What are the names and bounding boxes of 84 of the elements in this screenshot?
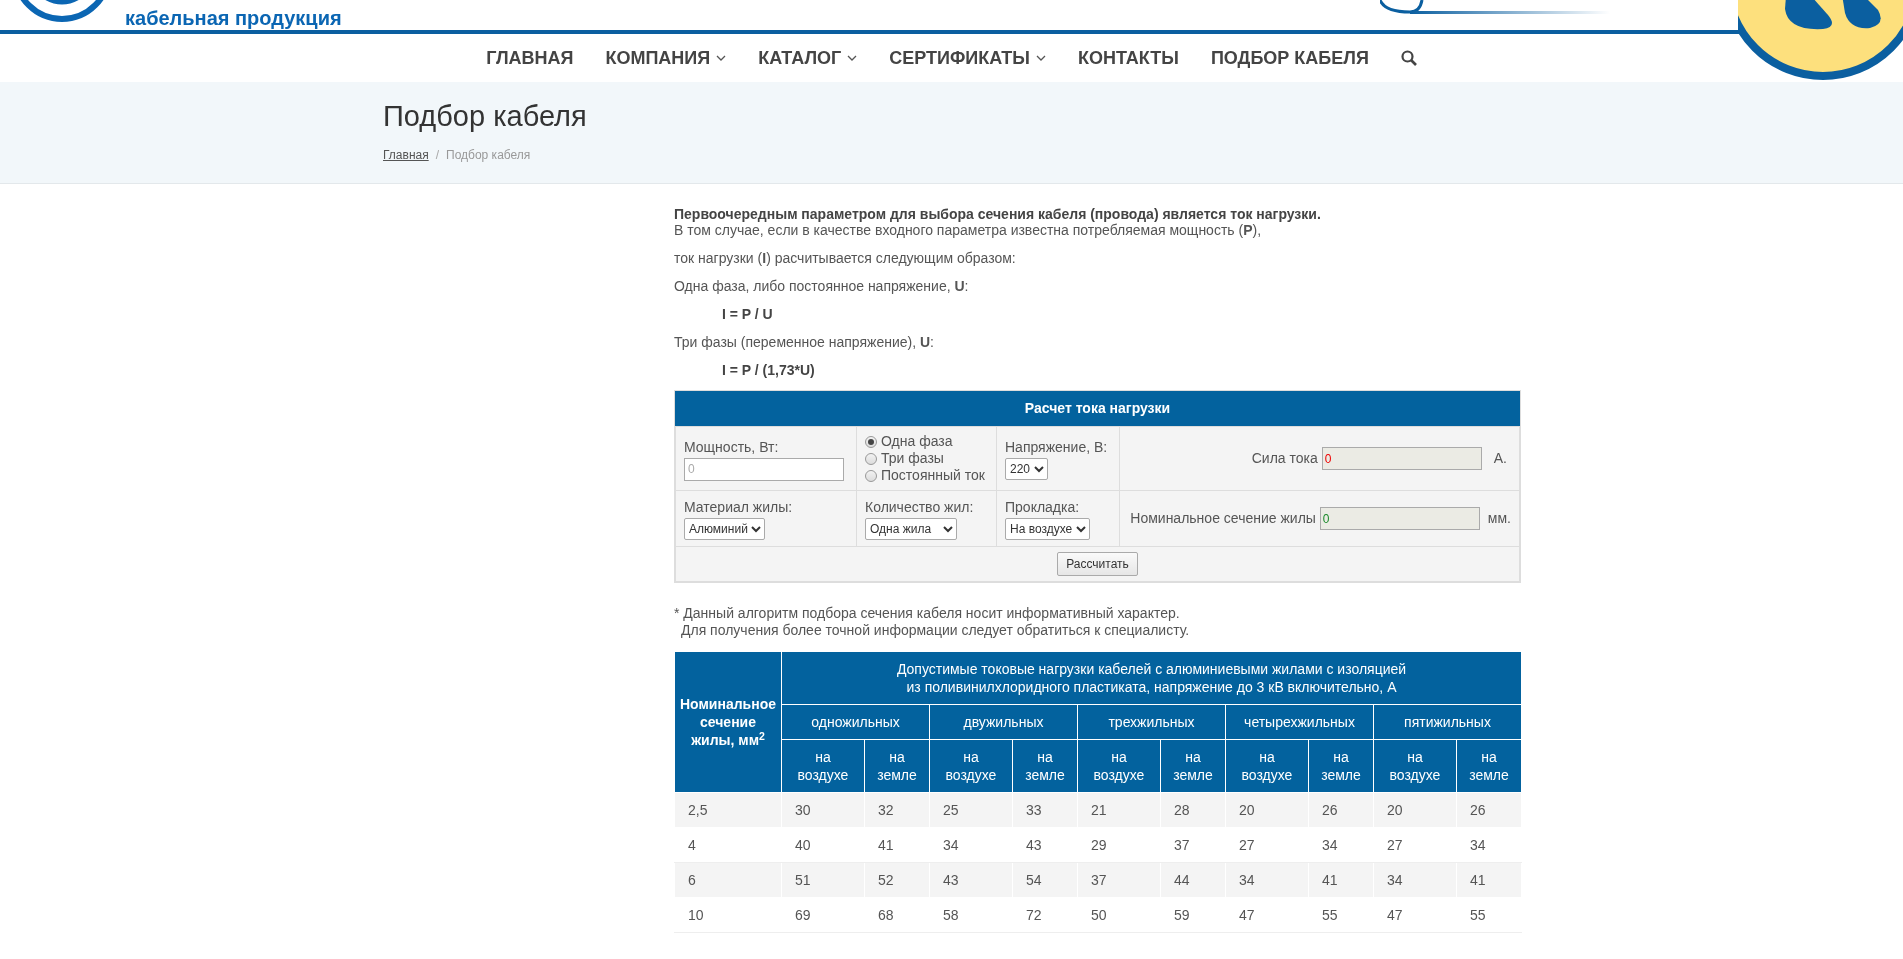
note-text: Для получения более точной информации следует обратиться к специалисту.	[680, 622, 1191, 639]
paragraph: Первоочередным параметром для выбора сечения кабеля (провода) является ток нагрузки.	[674, 206, 1322, 222]
radio-button[interactable]	[865, 469, 877, 482]
column-header: на земле	[1308, 739, 1374, 793]
table-cell: 32	[864, 792, 930, 828]
column-header: на воздухе	[1373, 739, 1457, 793]
field-label: Сила тока	[1251, 449, 1318, 468]
column-header: на земле	[864, 739, 930, 793]
paragraph: В том случае, если в качестве входного параметра известна потребляемая мощность (P),	[674, 222, 1263, 238]
logo-text: кабельная продукция	[125, 8, 342, 28]
table-cell: 2,5	[674, 792, 782, 828]
formula: I = P / U	[721, 306, 774, 322]
unit-label: А.	[1493, 449, 1507, 468]
formula: I = P / (1,73*U)	[721, 362, 816, 378]
note-text: * Данный алгоритм подбора сечения кабеля носит информативный характер.	[674, 605, 1181, 622]
output-field[interactable]: 0	[1319, 507, 1480, 530]
column-header: одножильных	[781, 704, 930, 740]
column-header: Номинальное сечение жилы, мм$^{2}$	[674, 651, 782, 793]
unit-label: мм.	[1487, 509, 1511, 528]
table-cell: 26	[1456, 792, 1522, 828]
table-cell: 41	[1308, 862, 1374, 898]
column-header: на земле	[1012, 739, 1078, 793]
radio-label: Постоянный ток	[881, 467, 985, 484]
field-label: Прокладка:	[1005, 498, 1081, 517]
search-icon[interactable]	[1400, 50, 1417, 66]
column-header: четырехжильных	[1225, 704, 1374, 740]
table-title: Допустимые токовые нагрузки кабелей с алюминиевыми жилами с изоляцией из поливинилхлоридного пластиката, напряжение до 3 кВ включительно, А	[781, 651, 1522, 705]
table-cell: 33	[1012, 792, 1078, 828]
radio-label: Три фазы	[881, 450, 944, 467]
column-header: на воздухе	[929, 739, 1013, 793]
table-cell: 25	[929, 792, 1013, 828]
table-cell: 34	[1373, 862, 1457, 898]
column-header: на воздухе	[1225, 739, 1309, 793]
column-header: на земле	[1160, 739, 1226, 793]
input-field[interactable]: 0	[684, 457, 844, 481]
radio-button[interactable]	[865, 435, 877, 448]
table-cell: 43	[929, 862, 1013, 898]
field-label: Номинальное сечение жилы	[1130, 509, 1316, 528]
radio-label: Одна фаза	[881, 433, 953, 450]
table-cell: 26	[1308, 792, 1374, 828]
page-title: Подбор кабеля	[383, 99, 588, 134]
paragraph: Одна фаза, либо постоянное напряжение, U:	[674, 278, 970, 294]
nav-link[interactable]: ПОДБОР КАБЕЛЯ	[1210, 44, 1369, 72]
field-label: Мощность, Вт:	[684, 437, 780, 457]
table-cell: 44	[1160, 862, 1226, 898]
field-label: Напряжение, В:	[1005, 438, 1109, 457]
table-cell: 6	[674, 862, 782, 898]
output-field[interactable]: 0	[1321, 447, 1482, 470]
paragraph: Три фазы (переменное напряжение), U:	[674, 334, 935, 350]
column-header: трехжильных	[1077, 704, 1226, 740]
radio-button[interactable]	[865, 452, 877, 465]
nav-link[interactable]: СЕРТИФИКАТЫ	[889, 44, 1046, 72]
nav-link[interactable]: КАТАЛОГ	[758, 44, 858, 72]
calculate-button[interactable]: Рассчитать	[1057, 552, 1138, 576]
column-header: на земле	[1456, 739, 1522, 793]
table-cell: 51	[781, 862, 865, 898]
column-header: двужильных	[929, 704, 1078, 740]
table-cell: 21	[1077, 792, 1161, 828]
field-label: Материал жилы:	[684, 498, 794, 517]
dropdown[interactable]: 220	[1005, 458, 1048, 480]
table-cell: 20	[1225, 792, 1309, 828]
dropdown[interactable]: На воздухе	[1005, 518, 1090, 540]
nav-link[interactable]: КОНТАКТЫ	[1078, 44, 1179, 72]
dropdown[interactable]: Одна жила	[865, 518, 957, 540]
nav-link[interactable]: ГЛАВНАЯ	[486, 44, 574, 72]
table-cell: 30	[781, 792, 865, 828]
nav-link[interactable]: КОМПАНИЯ	[605, 44, 727, 72]
table-cell: 28	[1160, 792, 1226, 828]
table-cell: 20	[1373, 792, 1457, 828]
paragraph: ток нагрузки (I) расчитывается следующим образом:	[674, 250, 1017, 266]
breadcrumb-separator: /	[435, 146, 440, 164]
breadcrumb-current: Подбор кабеля	[446, 146, 531, 164]
column-header: пятижильных	[1373, 704, 1522, 740]
table-cell: 52	[864, 862, 930, 898]
calculator-title: Расчет тока нагрузки	[675, 391, 1520, 426]
field-label: Количество жил:	[865, 498, 975, 517]
table-cell: 37	[1077, 862, 1161, 898]
column-header: на воздухе	[781, 739, 865, 793]
table-cell: 54	[1012, 862, 1078, 898]
dropdown[interactable]: Алюминий	[684, 518, 765, 540]
table-cell: 34	[1225, 862, 1309, 898]
table-cell: 41	[1456, 862, 1522, 898]
breadcrumb-link[interactable]: Главная	[383, 145, 429, 164]
column-header: на воздухе	[1077, 739, 1161, 793]
